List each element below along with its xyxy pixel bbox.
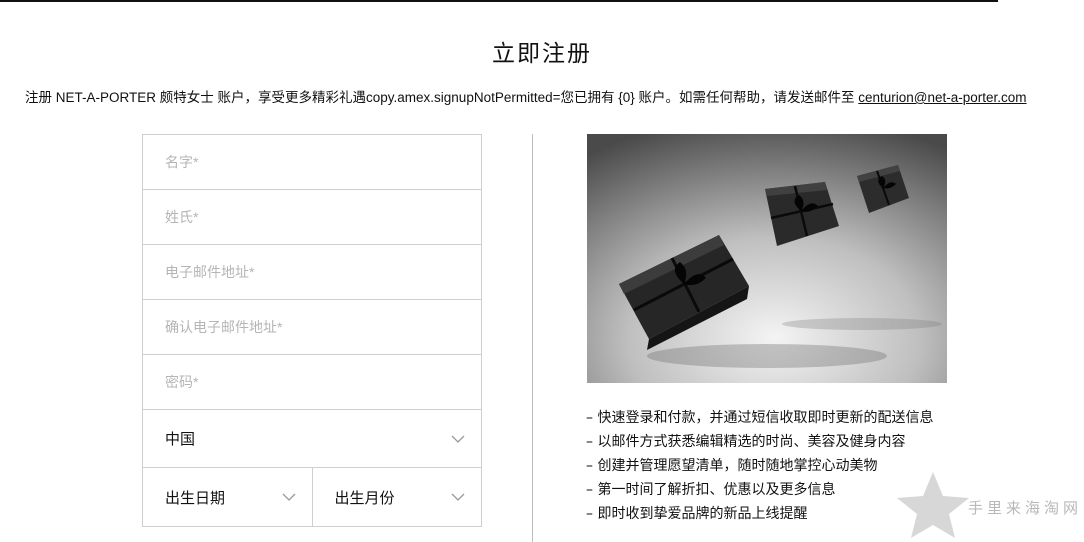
confirm-email-input[interactable] (163, 318, 481, 336)
list-item: 即时收到挚爱品牌的新品上线提醒 (586, 502, 933, 526)
list-item: 快速登录和付款，并通过短信收取即时更新的配送信息 (586, 406, 933, 430)
birth-month-select[interactable]: 出生月份 (311, 468, 482, 526)
column-divider (532, 134, 533, 542)
confirm-email-field-wrap (143, 300, 481, 355)
list-item: 创建并管理愿望清单，随时随地掌控心动美物 (586, 454, 933, 478)
first-name-input[interactable] (163, 153, 481, 171)
password-input[interactable] (163, 373, 481, 391)
birth-day-select[interactable]: 出生日期 (143, 468, 312, 526)
email-input[interactable] (163, 263, 481, 281)
country-select[interactable]: 中国 (143, 410, 481, 468)
signup-form: 中国 出生日期 出生月份 (142, 134, 482, 527)
last-name-field-wrap (143, 190, 481, 245)
support-email-link[interactable]: centurion@net-a-porter.com (858, 90, 1026, 105)
list-item: 以邮件方式获悉编辑精选的时尚、美容及健身内容 (586, 430, 933, 454)
password-field-wrap (143, 355, 481, 410)
list-item: 第一时间了解折扣、优惠以及更多信息 (586, 478, 933, 502)
birth-month-value: 出生月份 (334, 488, 395, 507)
birth-row: 出生日期 出生月份 (143, 468, 481, 526)
gift-boxes-image (587, 134, 947, 383)
intro-text: 注册 NET-A-PORTER 颇特女士 账户，享受更多精彩礼遇copy.ame… (25, 86, 1027, 106)
birth-day-value: 出生日期 (165, 488, 226, 507)
email-field-wrap (143, 245, 481, 300)
last-name-input[interactable] (163, 208, 481, 226)
first-name-field-wrap (143, 135, 481, 190)
intro-message: 注册 NET-A-PORTER 颇特女士 账户，享受更多精彩礼遇copy.ame… (25, 90, 859, 105)
page-title: 立即注册 (492, 41, 592, 67)
watermark-text: 手里来海淘网 (968, 499, 1083, 517)
chevron-down-icon (282, 493, 295, 501)
chevron-down-icon (451, 493, 465, 501)
top-rule (0, 0, 998, 2)
benefits-list: 快速登录和付款，并通过短信收取即时更新的配送信息 以邮件方式获悉编辑精选的时尚、… (586, 406, 933, 526)
country-value: 中国 (165, 430, 196, 448)
chevron-down-icon (451, 435, 465, 443)
